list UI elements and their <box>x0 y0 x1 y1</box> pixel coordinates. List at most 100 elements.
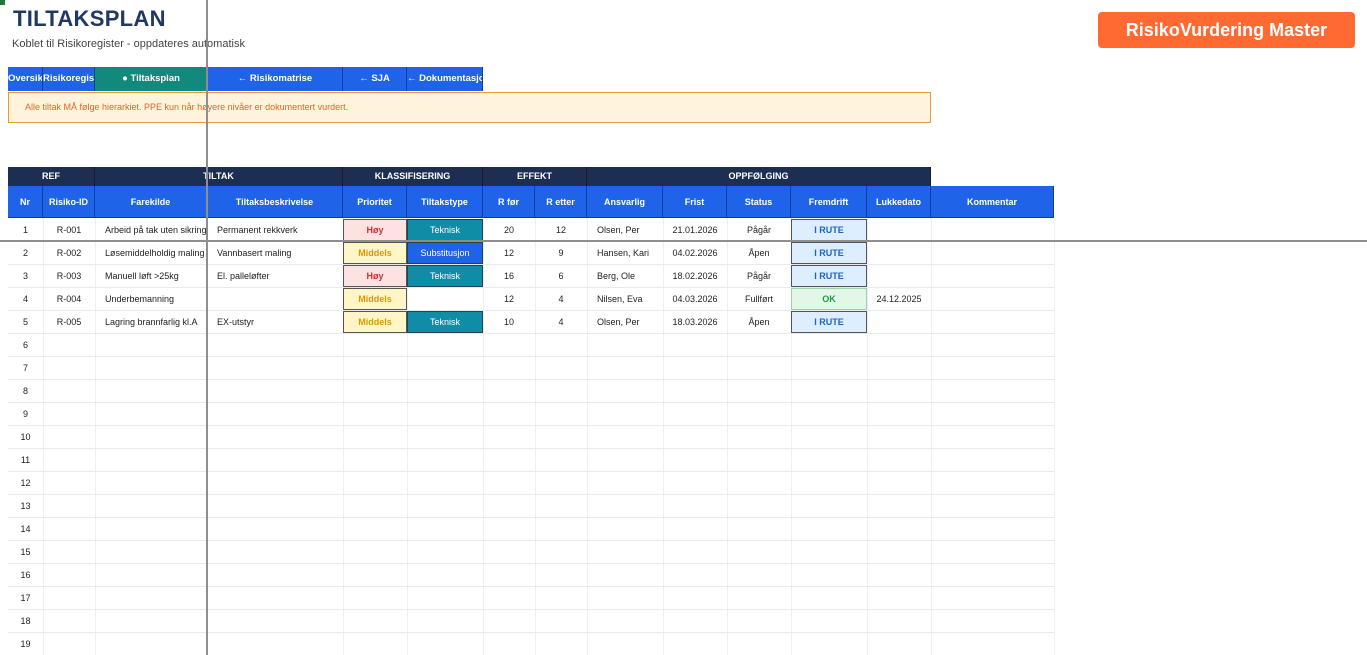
col-header-status[interactable]: Status <box>727 186 791 218</box>
cell-hazard[interactable]: Manuell løft >25kg <box>95 265 207 287</box>
cell-comment[interactable] <box>931 242 1054 264</box>
nav-tab-tiltaksplan[interactable]: ● Tiltaksplan <box>95 67 208 91</box>
type-badge[interactable]: Teknisk <box>407 311 483 333</box>
cell-status[interactable]: Pågår <box>727 265 791 287</box>
progress-badge[interactable]: I RUTE <box>791 265 867 287</box>
cell-comment[interactable] <box>931 219 1054 241</box>
row-number[interactable]: 8 <box>8 380 43 402</box>
cell-measure[interactable]: Permanent rekkverk <box>207 219 343 241</box>
cell-nr[interactable]: 2 <box>8 242 43 264</box>
cell-measure[interactable]: EX-utstyr <box>207 311 343 333</box>
cell-owner[interactable]: Berg, Ole <box>587 265 663 287</box>
nav-tab-dokumentasjon[interactable]: ← Dokumentasjon <box>407 67 483 91</box>
col-header-fremdrift[interactable]: Fremdrift <box>791 186 867 218</box>
cell-r-after[interactable]: 4 <box>535 288 587 310</box>
cell-r-after[interactable]: 6 <box>535 265 587 287</box>
row-number[interactable]: 9 <box>8 403 43 425</box>
cell-status[interactable]: Åpen <box>727 311 791 333</box>
cell-nr[interactable]: 4 <box>8 288 43 310</box>
cell-r-after[interactable]: 4 <box>535 311 587 333</box>
cell-comment[interactable] <box>931 265 1054 287</box>
cell-r-before[interactable]: 12 <box>483 242 535 264</box>
row-number[interactable]: 7 <box>8 357 43 379</box>
cell-measure[interactable]: Vannbasert maling <box>207 242 343 264</box>
cell-hazard[interactable]: Løsemiddelholdig maling <box>95 242 207 264</box>
cell-owner[interactable]: Nilsen, Eva <box>587 288 663 310</box>
cell-risk-id[interactable]: R-001 <box>43 219 95 241</box>
priority-badge[interactable]: Middels <box>343 311 407 333</box>
cell-r-after[interactable]: 12 <box>535 219 587 241</box>
type-badge[interactable]: Teknisk <box>407 219 483 241</box>
row-number[interactable]: 6 <box>8 334 43 356</box>
row-number[interactable]: 15 <box>8 541 43 563</box>
cell-r-after[interactable]: 9 <box>535 242 587 264</box>
cell-deadline[interactable]: 04.03.2026 <box>663 288 727 310</box>
cell-closed-date[interactable] <box>867 242 931 264</box>
cell-status[interactable]: Åpen <box>727 242 791 264</box>
cell-deadline[interactable]: 04.02.2026 <box>663 242 727 264</box>
col-header-tiltakstype[interactable]: Tiltakstype <box>407 186 483 218</box>
cell-nr[interactable]: 5 <box>8 311 43 333</box>
cell-closed-date[interactable]: 24.12.2025 <box>867 288 931 310</box>
cell-owner[interactable]: Hansen, Kari <box>587 242 663 264</box>
row-number[interactable]: 12 <box>8 472 43 494</box>
nav-tab-risikomatrise[interactable]: ← Risikomatrise <box>208 67 343 91</box>
cell-risk-id[interactable]: R-003 <box>43 265 95 287</box>
cell-comment[interactable] <box>931 311 1054 333</box>
cell-hazard[interactable]: Lagring brannfarlig kl.A <box>95 311 207 333</box>
cell-measure[interactable]: El. palleløfter <box>207 265 343 287</box>
priority-badge[interactable]: Høy <box>343 265 407 287</box>
cell-owner[interactable]: Olsen, Per <box>587 219 663 241</box>
col-header-prioritet[interactable]: Prioritet <box>343 186 407 218</box>
type-badge[interactable] <box>407 288 483 310</box>
col-header-farekilde[interactable]: Farekilde <box>95 186 207 218</box>
row-number[interactable]: 13 <box>8 495 43 517</box>
nav-tab-risikoregister[interactable]: Risikoregister <box>43 67 95 91</box>
progress-badge[interactable]: I RUTE <box>791 219 867 241</box>
row-number[interactable]: 10 <box>8 426 43 448</box>
row-number[interactable]: 16 <box>8 564 43 586</box>
cell-closed-date[interactable] <box>867 265 931 287</box>
priority-badge[interactable]: Middels <box>343 288 407 310</box>
priority-badge[interactable]: Middels <box>343 242 407 264</box>
col-header-risiko-id[interactable]: Risiko-ID <box>43 186 95 218</box>
cell-risk-id[interactable]: R-002 <box>43 242 95 264</box>
cell-deadline[interactable]: 21.01.2026 <box>663 219 727 241</box>
col-header-r-for[interactable]: R før <box>483 186 535 218</box>
cell-nr[interactable]: 1 <box>8 219 43 241</box>
col-header-frist[interactable]: Frist <box>663 186 727 218</box>
cell-risk-id[interactable]: R-004 <box>43 288 95 310</box>
cell-comment[interactable] <box>931 288 1054 310</box>
col-header-kommentar[interactable]: Kommentar <box>931 186 1054 218</box>
cell-closed-date[interactable] <box>867 219 931 241</box>
progress-badge[interactable]: OK <box>791 288 867 310</box>
brand-button[interactable]: RisikoVurdering Master <box>1098 12 1355 48</box>
cell-status[interactable]: Pågår <box>727 219 791 241</box>
col-header-nr[interactable]: Nr <box>8 186 43 218</box>
cell-closed-date[interactable] <box>867 311 931 333</box>
cell-nr[interactable]: 3 <box>8 265 43 287</box>
cell-r-before[interactable]: 10 <box>483 311 535 333</box>
cell-r-before[interactable]: 16 <box>483 265 535 287</box>
freeze-pane-horizontal-split[interactable] <box>0 240 1367 242</box>
cell-r-before[interactable]: 12 <box>483 288 535 310</box>
col-header-ansvarlig[interactable]: Ansvarlig <box>587 186 663 218</box>
cell-hazard[interactable]: Arbeid på tak uten sikring <box>95 219 207 241</box>
cell-measure[interactable] <box>207 288 343 310</box>
cell-deadline[interactable]: 18.03.2026 <box>663 311 727 333</box>
row-number[interactable]: 14 <box>8 518 43 540</box>
type-badge[interactable]: Teknisk <box>407 265 483 287</box>
cell-r-before[interactable]: 20 <box>483 219 535 241</box>
cell-deadline[interactable]: 18.02.2026 <box>663 265 727 287</box>
nav-tab-sja[interactable]: ← SJA <box>343 67 407 91</box>
col-header-r-etter[interactable]: R etter <box>535 186 587 218</box>
row-number[interactable]: 18 <box>8 610 43 632</box>
progress-badge[interactable]: I RUTE <box>791 242 867 264</box>
progress-badge[interactable]: I RUTE <box>791 311 867 333</box>
type-badge[interactable]: Substitusjon <box>407 242 483 264</box>
row-number[interactable]: 11 <box>8 449 43 471</box>
cell-owner[interactable]: Olsen, Per <box>587 311 663 333</box>
priority-badge[interactable]: Høy <box>343 219 407 241</box>
row-number[interactable]: 19 <box>8 633 43 655</box>
cell-hazard[interactable]: Underbemanning <box>95 288 207 310</box>
